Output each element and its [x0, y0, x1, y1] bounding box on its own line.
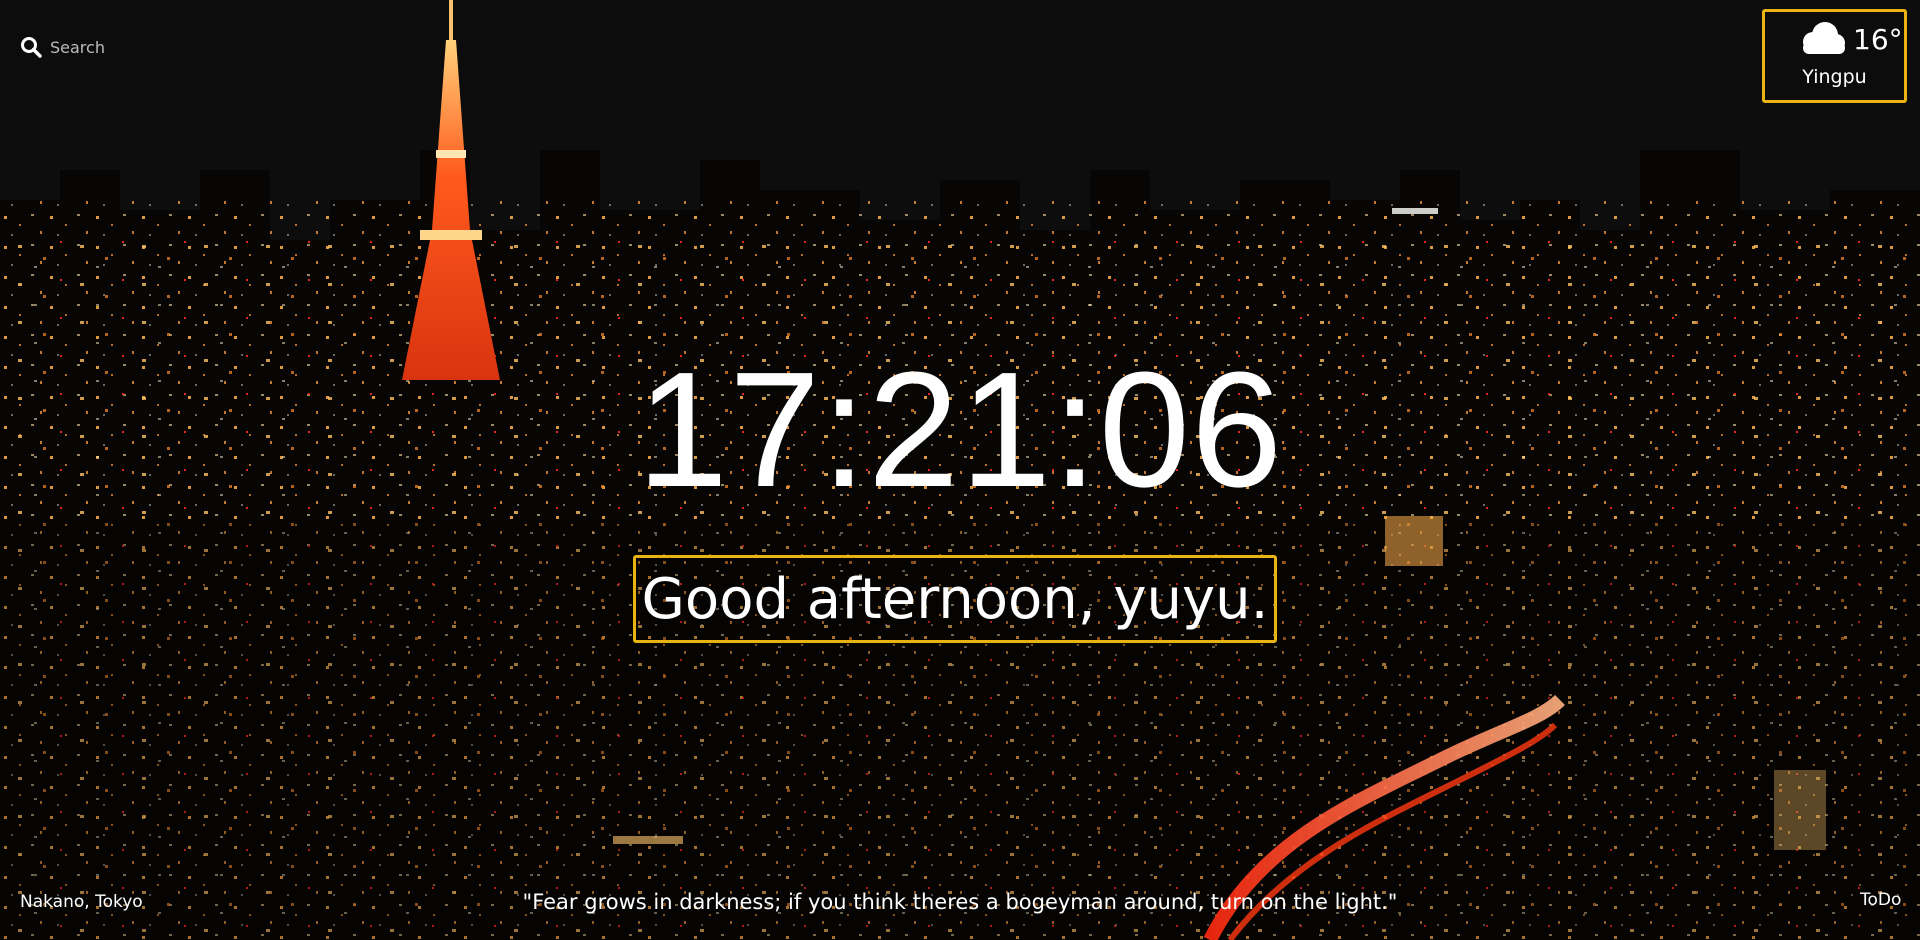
new-tab-page: 16° Yingpu 17:21:06 Good afternoon, yuyu…: [0, 0, 1920, 940]
search-input[interactable]: [50, 37, 270, 57]
search-icon[interactable]: [20, 36, 42, 58]
clock-time: 17:21:06: [636, 338, 1284, 521]
weather-temperature: 16°: [1853, 22, 1903, 56]
quote-text: "Fear grows in darkness; if you think th…: [522, 890, 1398, 914]
greeting-text: Good afternoon, yuyu.: [641, 566, 1269, 632]
search-bar: [20, 36, 270, 58]
cloud-icon: [1795, 20, 1847, 58]
todo-button[interactable]: ToDo: [1860, 890, 1901, 910]
weather-summary: 16°: [1795, 20, 1903, 58]
weather-widget[interactable]: 16° Yingpu: [1762, 9, 1907, 103]
weather-location: Yingpu: [1802, 66, 1867, 88]
greeting-box[interactable]: Good afternoon, yuyu.: [633, 555, 1277, 643]
